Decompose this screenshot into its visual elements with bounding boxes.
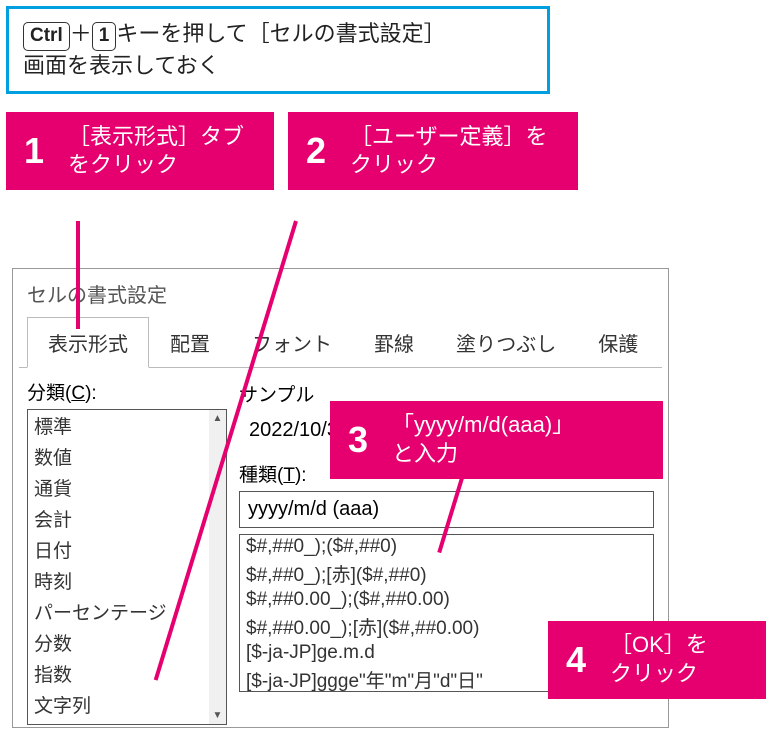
callout-1: 1 ［表示形式］タブ をクリック [6, 112, 274, 190]
tab-number-format[interactable]: 表示形式 [27, 317, 149, 368]
category-label: 分類(C): [27, 378, 227, 405]
callout-2: 2 ［ユーザー定義］を クリック [288, 112, 578, 190]
dialog-title: セルの書式設定 [13, 269, 668, 316]
callout-2-text: ［ユーザー定義］を クリック [344, 112, 564, 190]
category-item[interactable]: パーセンテージ [28, 596, 226, 627]
callout-3: 3 「yyyy/m/d(aaa)」 と入力 [330, 401, 663, 479]
category-item[interactable]: 通貨 [28, 472, 226, 503]
dialog-tabs: 表示形式 配置 フォント 罫線 塗りつぶし 保護 [19, 316, 662, 368]
category-item[interactable]: 数値 [28, 441, 226, 472]
category-item[interactable]: 文字列 [28, 689, 226, 720]
category-item[interactable]: 標準 [28, 410, 226, 441]
kbd-one: 1 [92, 22, 117, 51]
callout-1-text: ［表示形式］タブ をクリック [62, 112, 260, 190]
callout-4-text: ［OK］を クリック [604, 621, 724, 699]
category-item[interactable]: 指数 [28, 658, 226, 689]
scroll-down-icon[interactable]: ▼ [209, 707, 226, 724]
callout-3-text: 「yyyy/m/d(aaa)」 と入力 [386, 401, 590, 479]
callout-4-number: 4 [548, 621, 604, 699]
kbd-ctrl: Ctrl [23, 22, 70, 51]
category-item[interactable]: 時刻 [28, 565, 226, 596]
callout-4: 4 ［OK］を クリック [548, 621, 766, 699]
callout-2-number: 2 [288, 112, 344, 190]
leader-line-1 [76, 221, 80, 329]
tab-font[interactable]: フォント [231, 317, 353, 368]
tab-fill[interactable]: 塗りつぶし [435, 317, 577, 368]
tab-protection[interactable]: 保護 [577, 317, 659, 368]
format-item[interactable]: $#,##0_);[赤]($#,##0) [240, 559, 653, 588]
instruction-note: Ctrl＋1キーを押して［セルの書式設定］ 画面を表示しておく [6, 6, 550, 94]
callout-3-number: 3 [330, 401, 386, 479]
format-item[interactable]: $#,##0.00_);($#,##0.00) [240, 588, 653, 612]
callout-1-number: 1 [6, 112, 62, 190]
category-item[interactable]: 分数 [28, 627, 226, 658]
category-listbox[interactable]: 標準数値通貨会計日付時刻パーセンテージ分数指数文字列その他ユーザー定義 ▲ ▼ [27, 409, 227, 725]
format-item[interactable]: $#,##0_);($#,##0) [240, 535, 653, 559]
plus-sign: ＋ [70, 21, 92, 46]
category-item[interactable]: その他 [28, 720, 226, 725]
category-item[interactable]: 会計 [28, 503, 226, 534]
tab-alignment[interactable]: 配置 [149, 317, 231, 368]
scroll-up-icon[interactable]: ▲ [209, 410, 226, 427]
tab-border[interactable]: 罫線 [353, 317, 435, 368]
